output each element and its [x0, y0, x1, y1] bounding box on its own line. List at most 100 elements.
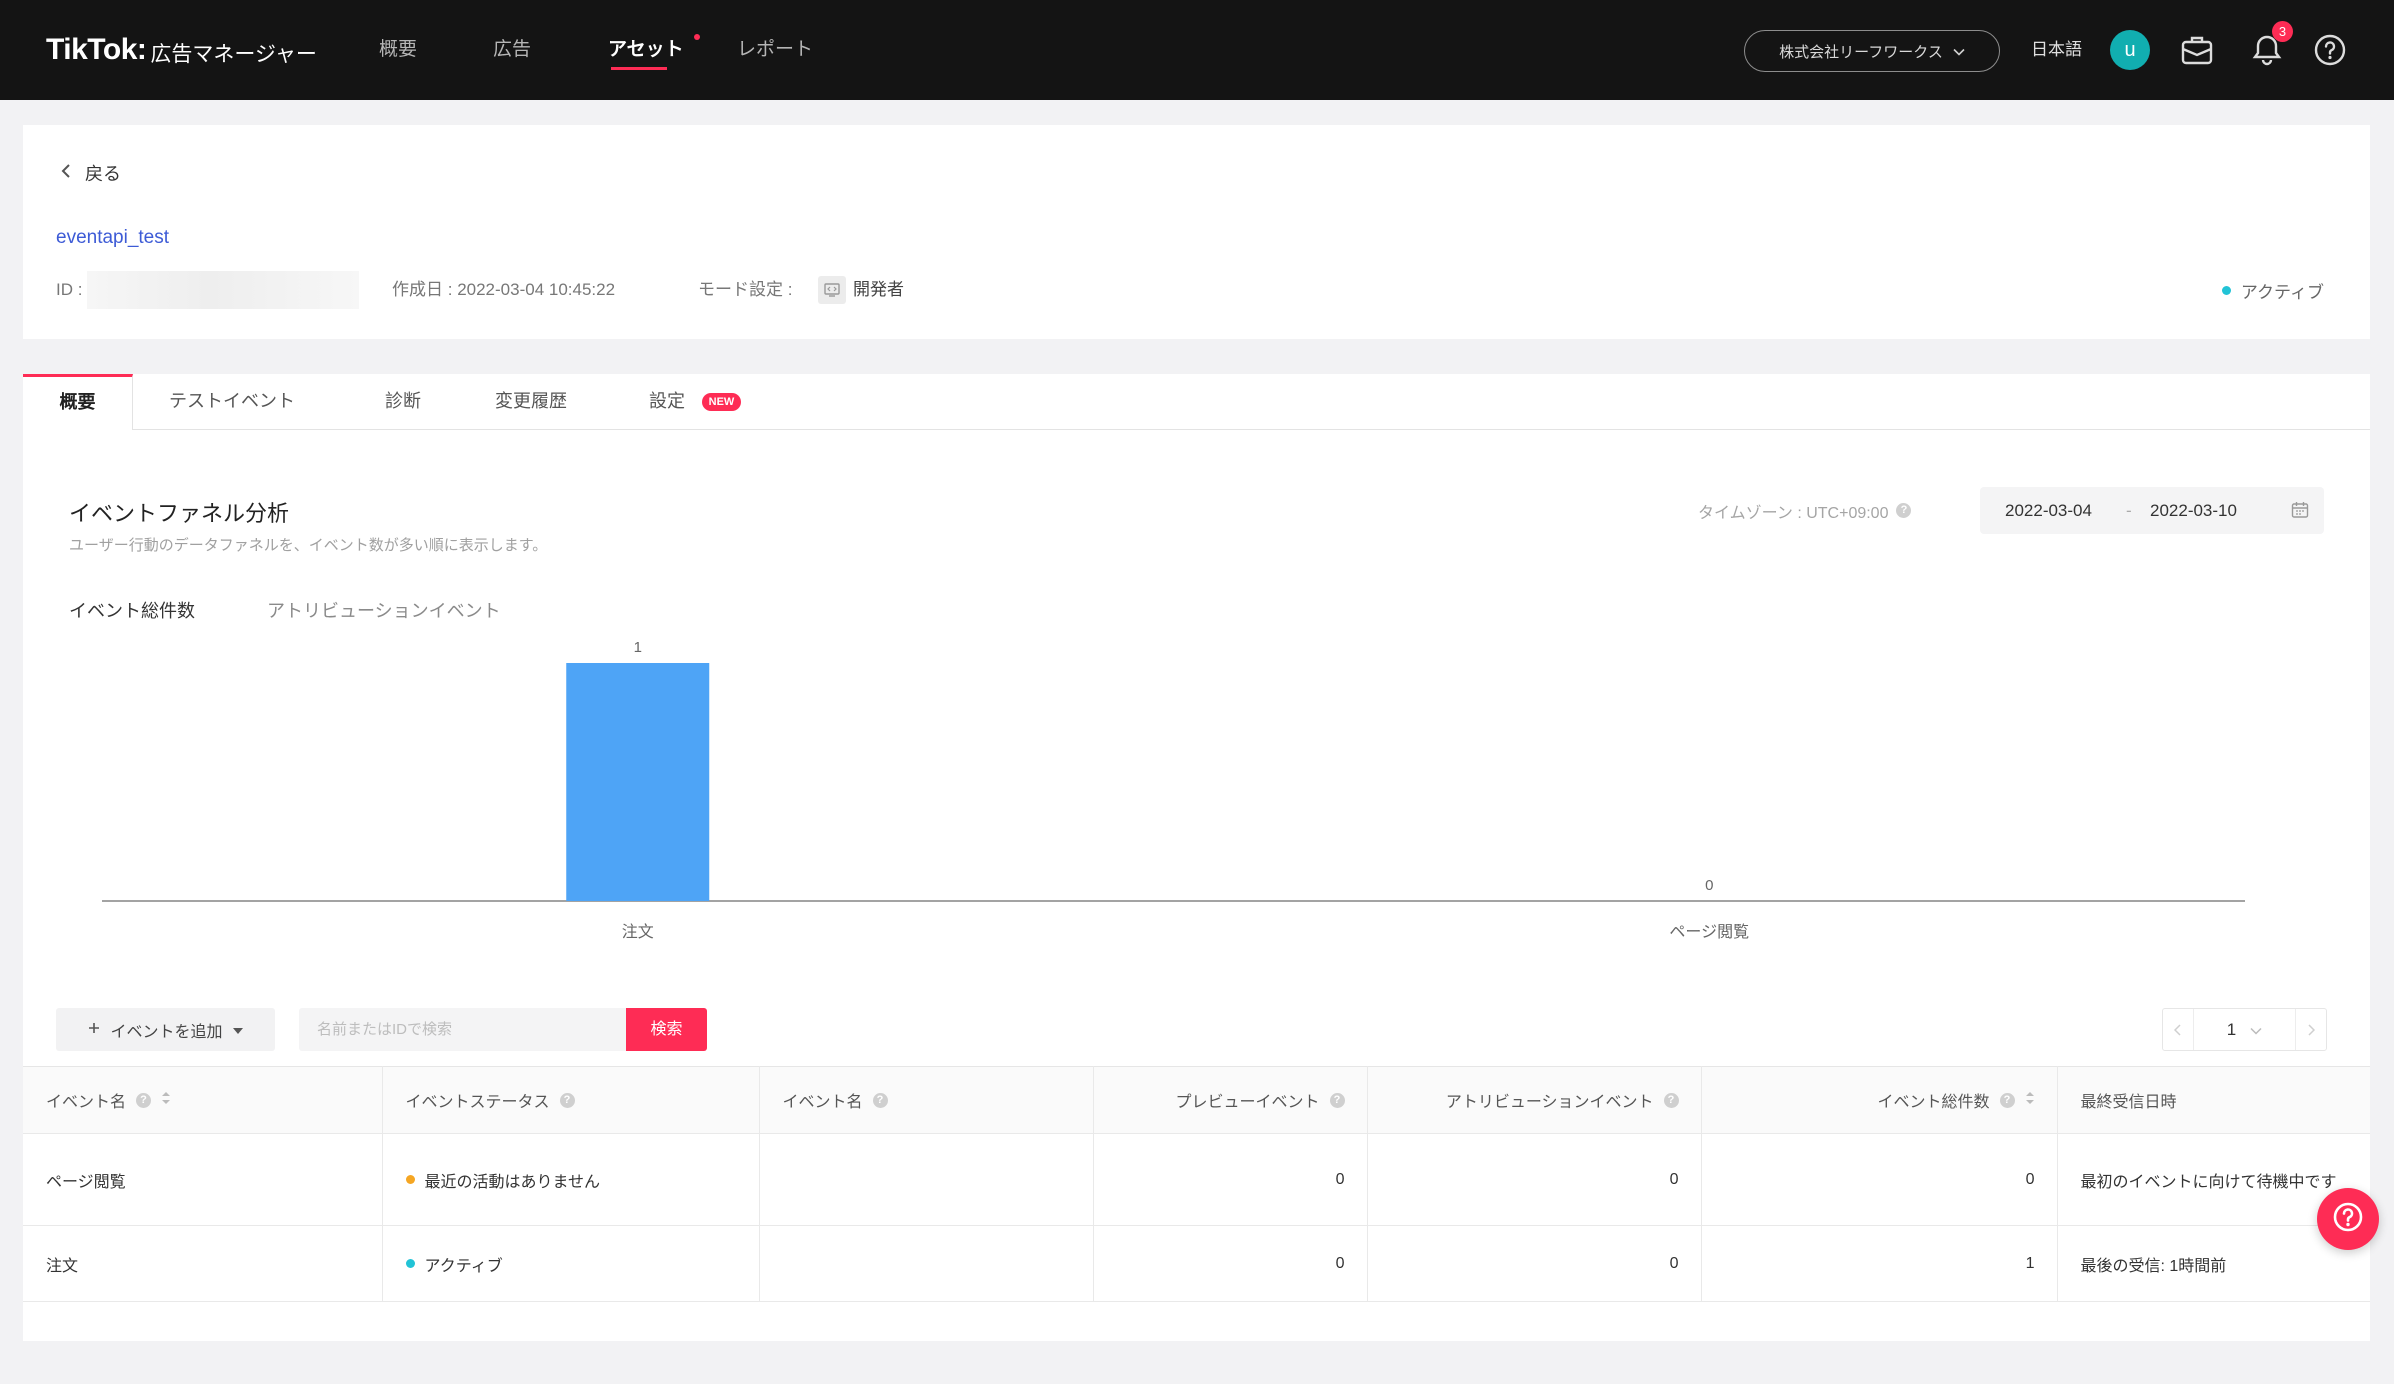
column-header-label: イベント名: [46, 1094, 127, 1111]
sort-icon[interactable]: [161, 1091, 171, 1110]
table-row[interactable]: 注文 アクティブ 0 0 1 最後の受信: 1時間前: [23, 1225, 2370, 1302]
sort-icon[interactable]: [2025, 1091, 2035, 1110]
column-header[interactable]: イベント名: [23, 1066, 383, 1134]
chevron-down-icon: [2250, 1020, 2262, 1040]
column-header-label: アトリビューションイベント: [1445, 1094, 1654, 1111]
nav-item-reports[interactable]: レポート: [737, 0, 813, 100]
add-event-label: イベントを追加: [110, 1023, 223, 1041]
column-header-label: イベントステータス: [405, 1094, 550, 1111]
nav-item-overview[interactable]: 概要: [379, 0, 417, 100]
nav-item-ads[interactable]: 広告: [493, 0, 531, 100]
column-header: イベントステータス: [382, 1066, 760, 1134]
info-icon[interactable]: [1329, 1092, 1345, 1108]
status-dot: [2221, 285, 2231, 295]
top-navigation-bar: TikTok: 広告マネージャー 概要 広告 アセット レポート 株式会社リーフ…: [0, 0, 2394, 100]
search-input[interactable]: [299, 1008, 626, 1051]
funnel-title: イベントファネル分析: [69, 501, 290, 526]
mode-value: 開発者: [853, 280, 904, 299]
add-event-button[interactable]: イベントを追加: [56, 1008, 275, 1051]
floating-help-button[interactable]: [2317, 1188, 2379, 1250]
help-icon[interactable]: [2313, 33, 2347, 67]
developer-mode-icon: [818, 276, 846, 304]
events-table: イベント名 イベントステータス イベント名 プレビューイベント ア: [23, 1066, 2370, 1302]
next-page-icon[interactable]: [2296, 1009, 2326, 1050]
chart-bar[interactable]: [566, 663, 710, 901]
new-badge: NEW: [702, 393, 741, 411]
table-row[interactable]: ページ閲覧 最近の活動はありません 0 0 0 最初のイベントに向けて待機中です: [23, 1133, 2370, 1226]
page-selector[interactable]: 1: [2193, 1009, 2296, 1050]
info-icon[interactable]: [136, 1092, 152, 1108]
nav-new-dot: [694, 34, 700, 40]
date-separator: -: [2126, 501, 2132, 520]
column-header[interactable]: イベント総件数: [1701, 1066, 2058, 1134]
attribution-events-cell: 0: [1367, 1225, 1702, 1302]
account-selector[interactable]: 株式会社リーフワークス: [1744, 30, 2000, 72]
notification-count-badge: 3: [2272, 21, 2293, 42]
event-name-cell: ページ閲覧: [23, 1133, 383, 1226]
tab-diagnostics[interactable]: 診断: [385, 374, 421, 429]
nav-item-assets[interactable]: アセット: [608, 0, 684, 100]
info-icon[interactable]: [1663, 1092, 1679, 1108]
tab-overview[interactable]: 概要: [23, 374, 133, 430]
timezone-text: タイムゾーン : UTC+09:00: [1698, 504, 1889, 522]
column-header-label: イベント総件数: [1877, 1094, 1990, 1111]
event-status-cell: アクティブ: [382, 1225, 760, 1302]
tab-settings[interactable]: 設定: [649, 374, 685, 429]
metric-tab-attribution-events[interactable]: アトリビューションイベント: [267, 598, 501, 624]
column-header-label: プレビューイベント: [1175, 1094, 1320, 1111]
tab-bar: [23, 374, 2370, 430]
pagination: 1: [2162, 1008, 2327, 1051]
event-name-cell-2: [759, 1133, 1094, 1226]
chevron-down-icon: [1953, 43, 1965, 60]
column-header: イベント名: [759, 1066, 1094, 1134]
column-header-label: イベント名: [782, 1094, 863, 1111]
logo-product-name: 広告マネージャー: [150, 43, 317, 66]
info-icon[interactable]: [1896, 503, 1912, 518]
logo-wordmark: TikTok:: [46, 33, 147, 66]
help-icon: [2331, 1200, 2365, 1239]
tiktok-ads-manager-logo[interactable]: TikTok: 広告マネージャー: [46, 0, 317, 100]
status-text: アクティブ: [424, 1257, 503, 1275]
plus-icon: [88, 1021, 100, 1039]
mode-label: モード設定 :: [698, 280, 793, 299]
event-source-header-card: 戻る eventapi_test ID : 作成日 : 2022-03-04 1…: [23, 125, 2370, 339]
date-start: 2022-03-04: [2005, 501, 2092, 520]
event-overview-card: 概要 テストイベント 診断 変更履歴 設定 NEW イベントファネル分析 ユーザ…: [23, 374, 2370, 1341]
created-date: 作成日 : 2022-03-04 10:45:22: [392, 272, 615, 308]
info-icon[interactable]: [872, 1092, 888, 1108]
language-selector[interactable]: 日本語: [2031, 0, 2082, 100]
metric-tab-total-events[interactable]: イベント総件数: [69, 598, 195, 624]
tab-change-history[interactable]: 変更履歴: [495, 374, 567, 429]
column-header-label: 最終受信日時: [2080, 1094, 2177, 1111]
event-name-cell-2: [759, 1225, 1094, 1302]
created-label: 作成日 :: [392, 280, 453, 299]
status-badge: アクティブ: [2221, 272, 2324, 308]
avatar[interactable]: u: [2110, 30, 2150, 70]
info-icon[interactable]: [1999, 1092, 2015, 1108]
briefcase-icon[interactable]: [2180, 34, 2214, 66]
event-source-name-link[interactable]: eventapi_test: [56, 225, 169, 251]
preview-events-cell: 0: [1093, 1225, 1368, 1302]
status-dot: [405, 1175, 415, 1184]
total-events-cell: 1: [1701, 1225, 2058, 1302]
back-button[interactable]: 戻る: [61, 155, 121, 191]
search-button[interactable]: 検索: [626, 1008, 707, 1051]
active-nav-indicator: [611, 67, 667, 70]
status-text: アクティブ: [2240, 282, 2324, 302]
event-name-cell: 注文: [23, 1225, 383, 1302]
timezone-label: タイムゾーン : UTC+09:00: [1698, 487, 1912, 534]
prev-page-icon[interactable]: [2163, 1009, 2193, 1050]
status-dot: [405, 1259, 415, 1268]
date-end: 2022-03-10: [2150, 501, 2237, 520]
event-funnel-bar-chart: 1 注文 0 ページ閲覧: [102, 639, 2245, 941]
date-range-picker[interactable]: 2022-03-04 - 2022-03-10: [1980, 487, 2324, 534]
category-label: ページ閲覧: [1669, 922, 1749, 941]
id-label: ID :: [56, 280, 83, 299]
column-header: アトリビューションイベント: [1367, 1066, 1702, 1134]
account-name: 株式会社リーフワークス: [1779, 43, 1943, 61]
tab-test-events[interactable]: テストイベント: [169, 374, 295, 429]
column-header: 最終受信日時: [2057, 1066, 2370, 1134]
info-icon[interactable]: [559, 1092, 575, 1108]
attribution-events-cell: 0: [1367, 1133, 1702, 1226]
calendar-icon: [2291, 501, 2309, 519]
